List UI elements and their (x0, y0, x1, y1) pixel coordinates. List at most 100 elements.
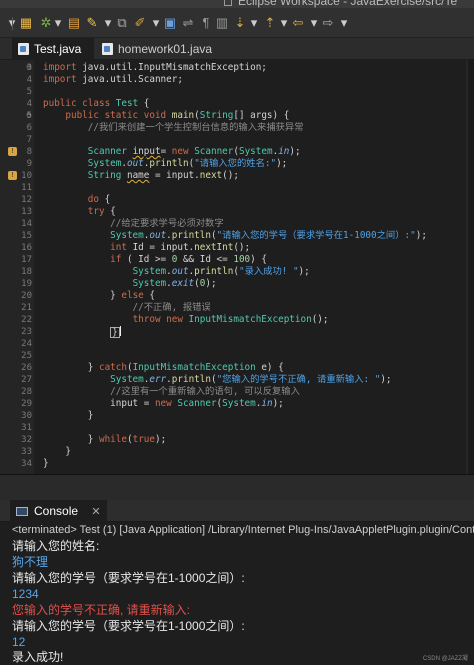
line-number: 15 (21, 231, 32, 241)
open-task-icon[interactable]: ⧉ (114, 15, 130, 31)
line-number: 16 (21, 243, 32, 253)
toolbar-separator (12, 17, 13, 30)
console-output[interactable]: <terminated> Test (1) [Java Application]… (0, 522, 474, 665)
code-line: //给定要求学号必须对数字 (43, 218, 224, 229)
line-number: 26 (21, 363, 32, 373)
code-editor[interactable]: 3 4 5 4 5 6 7 8 9 10 11 12 13 14 15 16 1… (0, 60, 474, 474)
line-number: 4 (26, 75, 32, 85)
warning-icon[interactable]: ! (8, 171, 17, 180)
line-number: 10 (21, 171, 32, 181)
line-number: 14 (21, 219, 32, 229)
code-line: } catch(InputMismatchException e) { (43, 362, 284, 373)
tab-homework01-java[interactable]: homework01.java (96, 38, 212, 60)
open-folder-icon[interactable]: ▤ (66, 15, 82, 31)
code-line: throw new InputMismatchException(); (132, 314, 329, 325)
line-number: 11 (21, 183, 32, 193)
watermark: CSDN @JAZZ凝 (422, 656, 468, 662)
console-line: 录入成功! (12, 650, 64, 664)
chevron-down-icon[interactable]: ▾ (246, 15, 262, 31)
window-icon (224, 0, 232, 6)
line-number: 21 (21, 303, 32, 313)
tab-label: homework01.java (118, 42, 213, 56)
line-number: 22 (21, 315, 32, 325)
line-number: 23 (21, 327, 32, 337)
console-tab-label: Console (34, 504, 79, 518)
console-line: 请输入您的学号（要求学号在1-1000之间）: (12, 619, 245, 633)
code-line: System.err.println("您输入的学号不正确, 请重新输入: ")… (110, 374, 392, 385)
window-title: Eclipse Workspace - JavaExercise/src/Te (238, 0, 458, 8)
code-line: System.exit(0); (132, 278, 217, 289)
code-line: if ( Id >= 0 && Id <= 100) { (110, 254, 267, 265)
code-line: System.out.println("录入成功! "); (132, 266, 310, 277)
editor-tab-bar: Test.java homework01.java (0, 38, 474, 60)
line-number: 32 (21, 435, 32, 445)
code-line: int Id = input.nextInt(); (110, 242, 251, 253)
text-cursor (119, 326, 121, 336)
editor-scrollbar[interactable] (468, 60, 474, 474)
code-line: public static void main(String[] args) { (65, 110, 290, 121)
code-line: input = new Scanner(System.in); (43, 398, 284, 409)
code-line: System.out.println("请输入您的姓名:"); (87, 158, 288, 169)
line-number-gutter: 3 4 5 4 5 6 7 8 9 10 11 12 13 14 15 16 1… (0, 60, 34, 474)
line-number: 12 (21, 195, 32, 205)
chevron-down-icon[interactable]: ▾ (50, 15, 66, 31)
code-line: } (43, 458, 49, 469)
new-wizard-icon[interactable]: ✎ (84, 15, 100, 31)
code-line: Scanner input= new Scanner(System.in); (87, 146, 301, 157)
warning-icon[interactable]: ! (8, 147, 17, 156)
panel-divider (0, 474, 474, 500)
grid-icon[interactable]: ▦ (18, 15, 34, 31)
code-line: //我们来创建一个学生控制台信息的输入来捕获异常 (43, 122, 304, 133)
line-number: 17 (21, 255, 32, 265)
close-icon[interactable]: ✕ (91, 506, 100, 518)
line-number: 27 (21, 375, 32, 385)
back-arrow-icon[interactable]: ⇦ (290, 15, 306, 31)
console-monitor-icon (16, 507, 28, 516)
main-toolbar: ▾ ▦ ✲ ▾ ▤ ✎ ▾ ⧉ ✐ ▾ ▣ ⇌ ¶ ▥ ⇣ ▾ ⇡ ▾ ⇦ ▾ … (0, 8, 474, 38)
fold-toggle-icon[interactable]: ⊖ (26, 112, 33, 119)
code-line: String name = input.next(); (87, 170, 239, 181)
line-number: 13 (21, 207, 32, 217)
link-icon[interactable]: ⇌ (180, 15, 196, 31)
line-number: 5 (26, 87, 32, 97)
code-line: import java.util.Scanner; (43, 74, 183, 85)
line-number: 33 (21, 447, 32, 457)
console-line: 狗不理 (12, 555, 49, 569)
code-line: //这里有一个重新输入的语句, 可以反复输入 (43, 386, 300, 397)
line-number: 18 (21, 267, 32, 277)
code-line: } (43, 446, 71, 457)
line-number: 4 (26, 99, 32, 109)
code-line: public class Test { (43, 98, 150, 109)
line-number: 30 (21, 411, 32, 421)
line-number: 7 (26, 135, 32, 145)
line-number: 24 (21, 339, 32, 349)
code-line: } else { (43, 290, 155, 301)
line-number: 29 (21, 399, 32, 409)
block-select-icon[interactable]: ▥ (214, 15, 230, 31)
line-number: 6 (26, 123, 32, 133)
console-line: 请输入您的学号（要求学号在1-1000之间）: (12, 571, 245, 585)
toggle-icon[interactable]: ▣ (162, 15, 178, 31)
console-line: 请输入您的姓名: (12, 539, 100, 553)
code-line: } (43, 410, 94, 421)
chevron-down-icon[interactable]: ▾ (336, 15, 352, 31)
code-line: } while(true); (43, 434, 167, 445)
java-file-icon (102, 43, 113, 55)
tab-console[interactable]: Console ✕ (10, 500, 107, 522)
code-line: do { (87, 194, 111, 205)
console-tab-bar: Console ✕ (0, 500, 474, 522)
tab-test-java[interactable]: Test.java (12, 38, 94, 60)
fold-toggle-icon[interactable]: ⊖ (26, 64, 33, 71)
line-number: 31 (21, 423, 32, 433)
code-line: System.out.println("请输入您的学号（要求学号在1-1000之… (110, 230, 427, 241)
code-line: try { (87, 206, 116, 217)
line-number: 9 (26, 159, 32, 169)
line-number: 28 (21, 387, 32, 397)
console-line: 12 (12, 635, 26, 649)
forward-arrow-icon[interactable]: ⇨ (320, 15, 336, 31)
line-number: 20 (21, 291, 32, 301)
line-number: 8 (26, 147, 32, 157)
tab-label: Test.java (34, 42, 82, 56)
edit-icon[interactable]: ✐ (132, 15, 148, 31)
pilcrow-icon[interactable]: ¶ (198, 15, 214, 31)
